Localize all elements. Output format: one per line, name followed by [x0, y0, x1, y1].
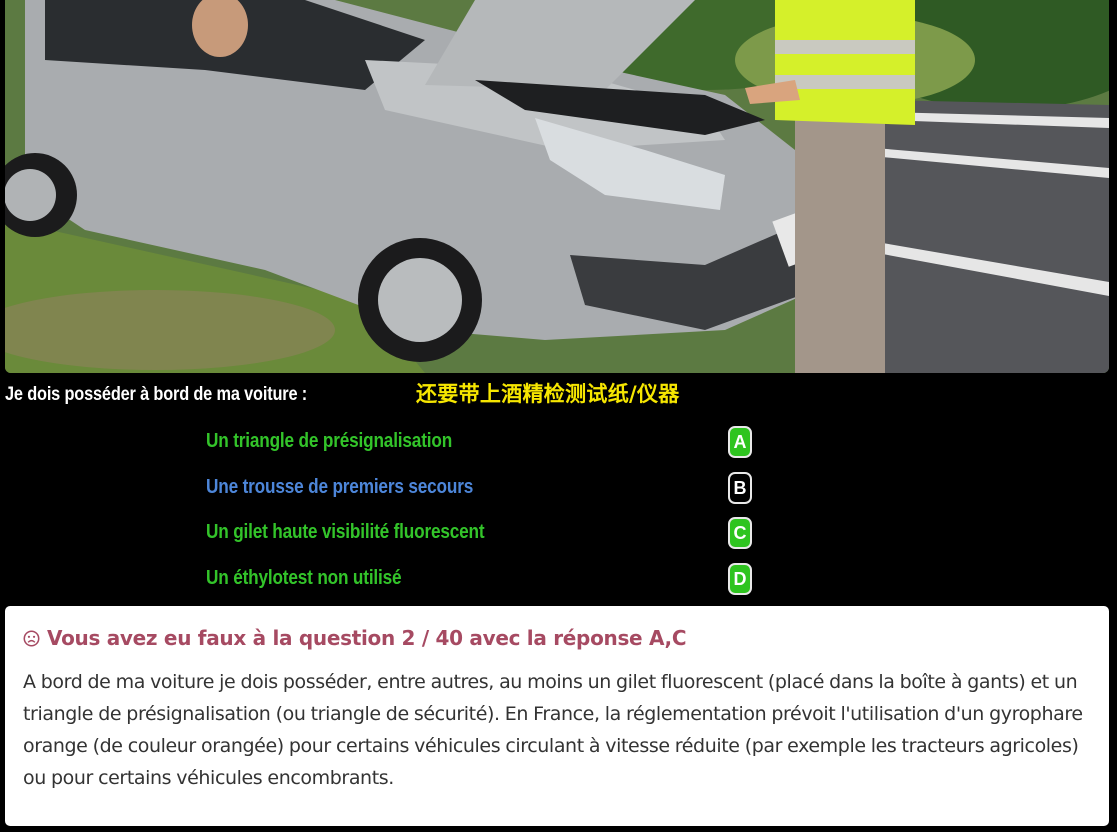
result-title-row: Vous avez eu faux à la question 2 / 40 a…	[23, 626, 1091, 650]
sad-face-icon	[23, 630, 40, 646]
answer-c-badge[interactable]: C	[728, 517, 752, 549]
answer-c-text[interactable]: Un gilet haute visibilité fluorescent	[206, 521, 485, 544]
answer-b-badge[interactable]: B	[728, 472, 752, 504]
answer-a-text[interactable]: Un triangle de présignalisation	[206, 430, 452, 453]
answer-d-text[interactable]: Un éthylotest non utilisé	[206, 567, 402, 590]
photo-illustration	[5, 0, 1109, 373]
answer-b-text[interactable]: Une trousse de premiers secours	[206, 476, 473, 499]
answer-d-badge[interactable]: D	[728, 563, 752, 595]
question-photo	[5, 0, 1109, 373]
result-title: Vous avez eu faux à la question 2 / 40 a…	[47, 626, 687, 650]
answer-a-badge[interactable]: A	[728, 426, 752, 458]
question-text: Je dois posséder à bord de ma voiture :	[5, 384, 308, 405]
overlay-caption: 还要带上酒精检测试纸/仪器	[416, 382, 680, 406]
result-panel: Vous avez eu faux à la question 2 / 40 a…	[5, 606, 1109, 826]
result-explanation: A bord de ma voiture je dois posséder, e…	[23, 671, 1083, 789]
